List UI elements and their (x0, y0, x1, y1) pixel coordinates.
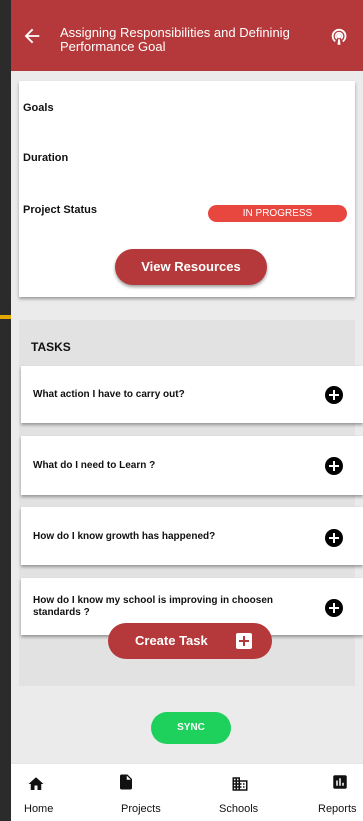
building-icon (232, 777, 248, 791)
sync-button[interactable]: SYNC (151, 712, 231, 744)
arrow-left-icon[interactable] (21, 25, 43, 47)
task-label: How do I know my school is improving in … (33, 595, 274, 618)
task-label: How do I know growth has happened? (33, 531, 216, 542)
view-resources-button[interactable]: View Resources (115, 249, 267, 285)
add-circle-icon[interactable] (325, 386, 343, 404)
nav-item-projects[interactable]: Projects (107, 764, 177, 821)
task-item[interactable]: What action I have to carry out? (21, 366, 363, 423)
bar-chart-icon (333, 775, 347, 789)
duration-label: Duration (23, 152, 69, 164)
tasks-heading: TASKS (31, 340, 71, 354)
nav-label-home: Home (24, 803, 54, 815)
status-badge: IN PROGRESS (208, 205, 347, 222)
nav-label-reports: Reports (318, 803, 357, 815)
create-task-button[interactable]: Create Task (108, 623, 272, 659)
nav-label-projects: Projects (121, 803, 161, 815)
task-label: What do I need to Learn ? (33, 460, 156, 471)
add-circle-icon[interactable] (325, 529, 343, 547)
podcast-icon[interactable] (328, 26, 350, 48)
file-icon (120, 774, 132, 790)
add-circle-icon[interactable] (325, 457, 343, 475)
nav-label-schools: Schools (219, 803, 259, 815)
plus-box-icon (236, 633, 252, 649)
create-task-label: Create Task (135, 633, 208, 648)
project-status-label: Project Status (23, 204, 97, 216)
home-icon (28, 777, 44, 790)
nav-item-reports[interactable]: Reports (303, 764, 363, 821)
nav-item-schools[interactable]: Schools (207, 764, 277, 821)
nav-item-home[interactable]: Home (11, 764, 81, 821)
app-screen: Assigning Responsibilities and Defininig… (11, 0, 363, 821)
accent-mark (0, 315, 11, 319)
page-title: Assigning Responsibilities and Defininig… (60, 25, 290, 54)
bottom-nav: Home Projects Schools Reports (11, 763, 363, 821)
app-header: Assigning Responsibilities and Defininig… (11, 0, 363, 71)
goals-label: Goals (23, 102, 54, 114)
background-strip (0, 0, 11, 821)
add-circle-icon[interactable] (325, 599, 343, 617)
task-item[interactable]: How do I know growth has happened? (21, 507, 363, 565)
task-label: What action I have to carry out? (33, 389, 185, 400)
task-item[interactable]: What do I need to Learn ? (21, 436, 363, 495)
